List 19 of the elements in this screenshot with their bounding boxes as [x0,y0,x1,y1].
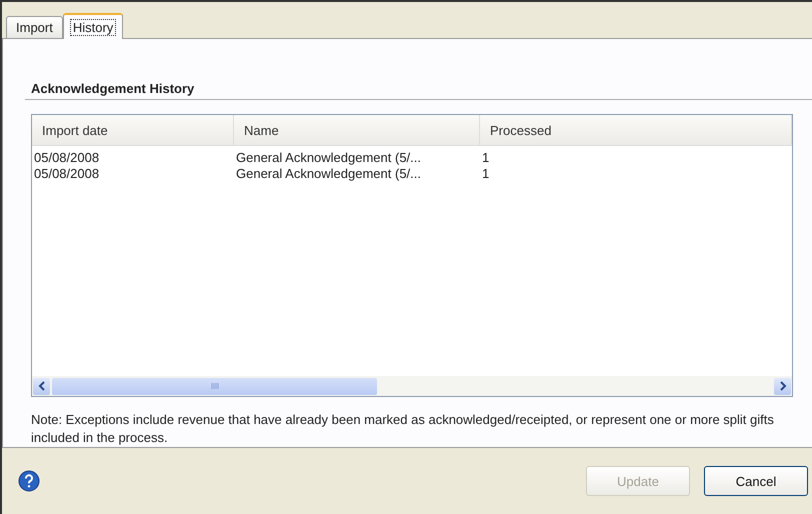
table-cell-text: 05/08/2008 [33,166,100,182]
column-header[interactable]: Processed [480,115,792,145]
scroll-right-icon[interactable] [774,378,791,394]
scroll-left-icon[interactable] [33,378,50,394]
tab[interactable]: Import [6,16,63,38]
column-header[interactable]: Name [234,115,480,145]
scroll-thumb[interactable] [52,378,377,394]
note-text: Note: Exceptions include revenue that have already been marked as acknowledged/receipted, or represent one or more split gifts included in the process. [31,411,775,447]
table-cell-text: 1 [481,166,490,182]
table-cell-text: 1 [481,150,490,166]
dialog-button[interactable]: Cancel [704,466,808,496]
tab[interactable]: History [62,13,124,39]
horizontal-scrollbar[interactable] [32,376,792,396]
section-title: Acknowledgement History [25,81,812,100]
help-icon[interactable] [18,470,40,492]
table-cell-text: General Acknowledgement (5/... [235,166,422,182]
table-cell-text: 05/08/2008 [33,150,100,166]
column-header[interactable]: Import date [32,115,234,145]
table-cell-text: General Acknowledgement (5/... [235,150,422,166]
